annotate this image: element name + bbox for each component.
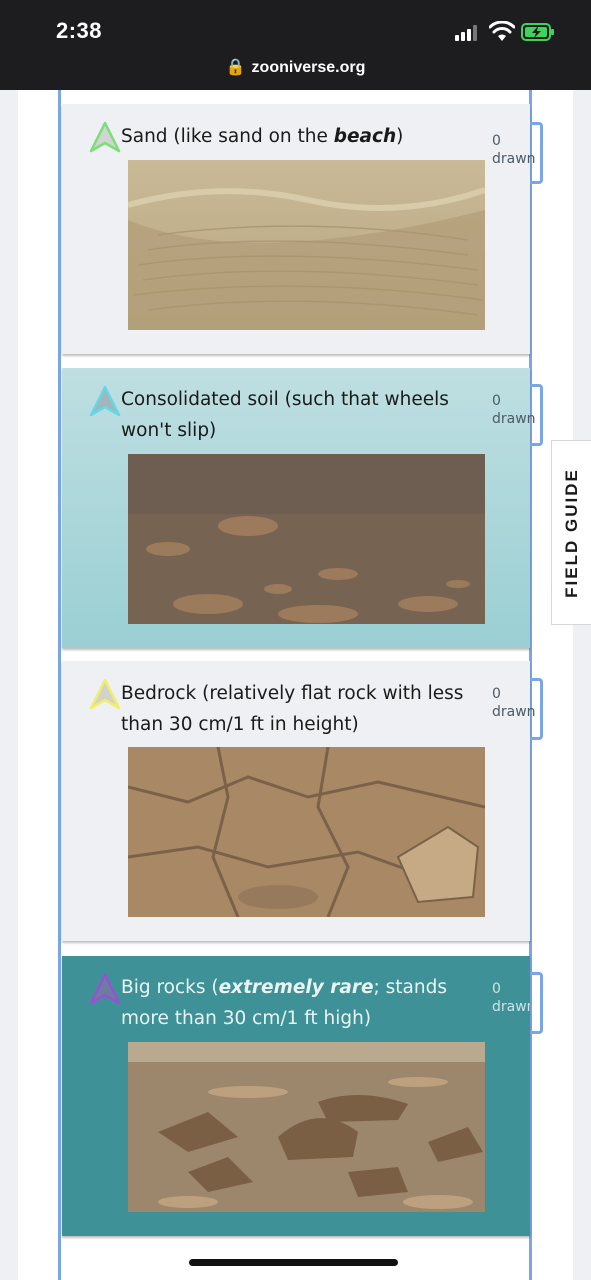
cellular-signal-icon (455, 25, 483, 41)
battery-charging-icon (521, 23, 554, 41)
field-guide-label: FIELD GUIDE (561, 467, 581, 598)
consolidated-soil-example-image (128, 454, 485, 624)
clock: 2:38 (56, 18, 103, 43)
drawn-count: 0drawn (492, 393, 536, 427)
tool-card-sand[interactable]: Sand (like sand on the beach) 0 drawn (62, 104, 536, 354)
status-bar: 2:38 🔒 zooniverse.org (0, 0, 591, 90)
tool-card-bedrock[interactable]: Bedrock (relatively flat rock with less … (62, 661, 536, 941)
drawn-count: 0drawn (492, 981, 530, 1015)
bedrock-example-image (128, 747, 485, 917)
tool-label: Sand (like sand on the beach) (121, 126, 404, 147)
tool-label: Bedrock (relatively flat rock with less … (121, 683, 464, 735)
tool-card-bracket (530, 122, 543, 184)
tool-label: Big rocks (extremely rare; stands more t… (121, 977, 447, 1029)
lock-icon: 🔒 (225, 59, 246, 76)
sand-example-image (128, 160, 485, 330)
big-rocks-example-image (128, 1042, 485, 1212)
triangle-marker-icon (89, 973, 121, 1005)
drawn-count: 0drawn (492, 133, 536, 167)
address-bar[interactable]: 🔒 zooniverse.org (0, 57, 591, 77)
tool-card-consolidated-soil[interactable]: Consolidated soil (such that wheels won'… (62, 368, 536, 648)
task-frame-left-border (58, 90, 61, 1280)
tool-card-bracket (530, 384, 543, 446)
home-indicator[interactable] (189, 1259, 398, 1266)
wifi-icon (489, 21, 515, 41)
triangle-marker-icon (89, 385, 121, 417)
tool-card-bracket (530, 678, 543, 740)
tool-card-big-rocks[interactable]: Big rocks (extremely rare; stands more t… (62, 956, 530, 1236)
triangle-marker-icon (89, 678, 121, 710)
drawn-count: 0drawn (492, 686, 536, 720)
right-gutter (573, 90, 591, 1280)
field-guide-tab[interactable]: FIELD GUIDE (551, 440, 591, 625)
left-gutter (0, 90, 18, 1280)
tool-card-bracket (530, 972, 543, 1034)
url-text: zooniverse.org (251, 59, 366, 76)
tool-label: Consolidated soil (such that wheels won'… (121, 389, 449, 441)
triangle-marker-icon (89, 121, 121, 153)
